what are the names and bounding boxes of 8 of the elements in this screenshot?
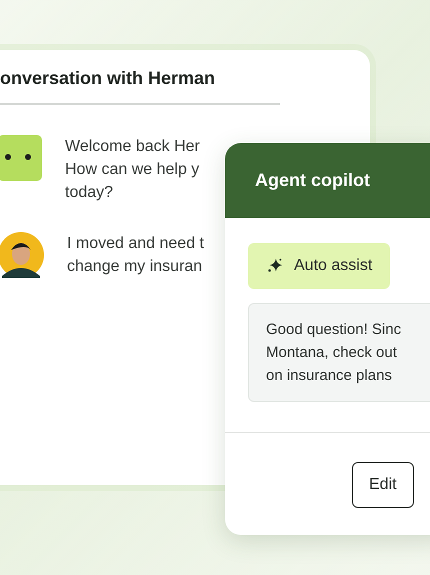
conversation-title: onversation with Herman [0, 68, 216, 89]
auto-assist-button[interactable]: Auto assist [248, 243, 390, 289]
message-text: I moved and need t change my insuran [67, 234, 204, 277]
suggestion-text: Good question! Sinc Montana, check out on insurance plans [248, 303, 430, 402]
copilot-title: Agent copilot [255, 170, 370, 191]
message-text: Welcome back Her How can we help y today? [65, 137, 200, 203]
bot-avatar-icon [0, 135, 42, 181]
edit-button[interactable]: Edit [352, 462, 414, 508]
